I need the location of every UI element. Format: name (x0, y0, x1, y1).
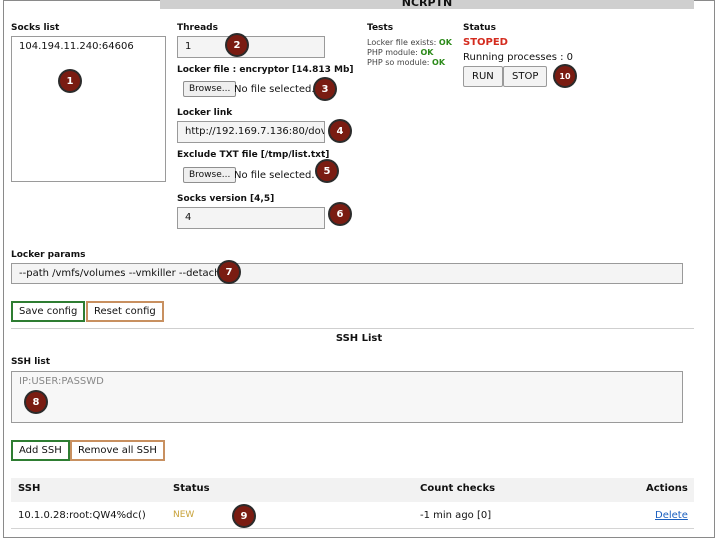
locker-file-status: No file selected. (234, 84, 315, 95)
test-name: PHP so module: (367, 58, 430, 67)
socks-list-label: Socks list (11, 23, 60, 33)
socks-list-value: 104.194.11.240:64606 (19, 41, 134, 52)
socks-version-label: Socks version [4,5] (177, 194, 275, 204)
locker-link-input[interactable]: http://192.169.7.136:80/dov (177, 121, 325, 143)
ssh-row-status: NEW (173, 510, 195, 520)
exclude-file-status: No file selected. (234, 170, 315, 181)
locker-params-label: Locker params (11, 250, 86, 260)
status-state: STOPED (463, 37, 508, 48)
reset-config-button[interactable]: Reset config (86, 301, 164, 322)
ssh-section-heading: SSH List (335, 333, 383, 344)
threads-input[interactable]: 1 (177, 36, 325, 58)
section-divider (11, 328, 694, 329)
add-ssh-button[interactable]: Add SSH (11, 440, 70, 461)
test-result: OK (438, 38, 452, 47)
status-label: Status (463, 23, 496, 33)
ssh-list-label: SSH list (11, 357, 51, 367)
ssh-row-host: 10.1.0.28:root:QW4%dc() (18, 510, 146, 521)
ssh-list-placeholder: IP:USER:PASSWD (19, 376, 104, 387)
ssh-row-checks: -1 min ago [0] (420, 510, 492, 521)
ssh-list-textarea[interactable]: IP:USER:PASSWD (11, 371, 683, 423)
stop-button[interactable]: STOP (503, 66, 548, 87)
marker-6: 6 (330, 204, 350, 224)
marker-7: 7 (219, 262, 239, 282)
test-row: PHP so module: OK (367, 58, 452, 68)
marker-5: 5 (317, 161, 337, 181)
save-config-button[interactable]: Save config (11, 301, 86, 322)
page-title: NCRPTN (401, 0, 453, 9)
socks-list-textarea[interactable]: 104.194.11.240:64606 (11, 36, 166, 182)
test-row: PHP module: OK (367, 48, 452, 58)
test-result: OK (432, 58, 446, 67)
threads-label: Threads (177, 23, 218, 33)
tests-label: Tests (367, 23, 394, 33)
locker-params-input[interactable]: --path /vmfs/volumes --vmkiller --detach (11, 263, 683, 284)
marker-9: 9 (234, 506, 254, 526)
test-row: Locker file exists: OK (367, 38, 452, 48)
ssh-row-delete-link[interactable]: Delete (655, 510, 688, 521)
marker-2: 2 (227, 35, 247, 55)
marker-1: 1 (60, 71, 80, 91)
locker-link-label: Locker link (177, 108, 233, 118)
ssh-table-header (11, 478, 694, 502)
col-status: Status (173, 483, 210, 494)
col-count-checks: Count checks (420, 483, 496, 494)
col-ssh: SSH (18, 483, 41, 494)
table-row-divider (11, 528, 694, 529)
test-name: PHP module: (367, 48, 418, 57)
test-name: Locker file exists: (367, 38, 437, 47)
locker-file-browse-button[interactable]: Browse... (183, 81, 237, 97)
locker-file-label: Locker file : encryptor [14.813 Mb] (177, 65, 354, 75)
marker-10: 10 (555, 66, 575, 86)
test-result: OK (420, 48, 434, 57)
marker-3: 3 (315, 79, 335, 99)
exclude-file-label: Exclude TXT file [/tmp/list.txt] (177, 150, 330, 160)
exclude-file-browse-button[interactable]: Browse... (183, 167, 237, 183)
marker-8: 8 (26, 392, 46, 412)
running-processes: Running processes : 0 (463, 52, 574, 63)
marker-4: 4 (330, 121, 350, 141)
run-button[interactable]: RUN (463, 66, 503, 87)
socks-version-input[interactable]: 4 (177, 207, 325, 229)
tests-list: Locker file exists: OK PHP module: OK PH… (367, 38, 452, 68)
remove-all-ssh-button[interactable]: Remove all SSH (70, 440, 165, 461)
col-actions: Actions (646, 483, 688, 494)
